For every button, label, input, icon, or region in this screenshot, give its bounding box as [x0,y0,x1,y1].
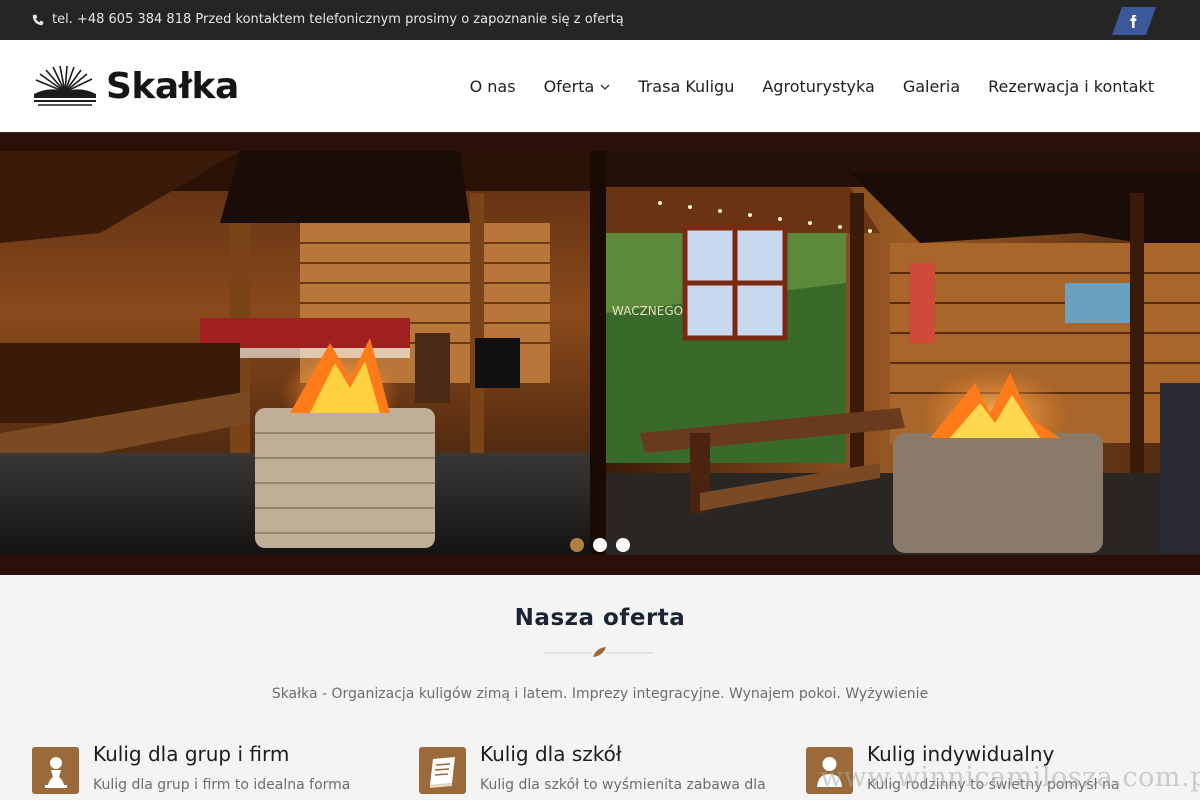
slider-dot-1[interactable] [570,538,584,552]
nav-label: O nas [469,77,516,96]
hero-slider[interactable]: WACZNEGO [0,133,1200,575]
top-bar: tel. +48 605 384 818 Przed kontaktem tel… [0,0,1200,40]
nav-label: Trasa Kuligu [638,77,735,96]
facebook-icon[interactable] [1112,7,1156,35]
nav-item-o-nas[interactable]: O nas [470,77,516,96]
main-nav: O nas Oferta Trasa Kuligu Agroturystyka … [470,77,1154,96]
site-header: Skałka O nas Oferta Trasa Kuligu Agrotur… [0,40,1200,133]
section-subtitle: Skałka - Organizacja kuligów zimą i late… [271,686,929,702]
site-logo[interactable]: Skałka [32,64,239,108]
nav-item-rezerwacja[interactable]: Rezerwacja i kontakt [988,77,1154,96]
phone-text: tel. +48 605 384 818 Przed kontaktem tel… [52,12,624,27]
offer-desc: Kulig dla szkół to wyśmienita zabawa dla [480,777,766,793]
slider-dot-3[interactable] [616,538,630,552]
slider-dot-2[interactable] [593,538,607,552]
phone-info: tel. +48 605 384 818 Przed kontaktem tel… [32,12,624,27]
nav-label: Agroturystyka [762,77,875,96]
logo-emblem-icon [34,65,96,106]
chess-pawn-icon [45,757,67,788]
offer-icon-box [419,747,466,794]
svg-text:WACZNEGO: WACZNEGO [612,304,683,318]
chevron-down-icon [600,84,610,90]
watermark: www.winnicamilosza.com.pl [820,762,1200,793]
offer-desc: Kulig dla grup i firm to idealna forma [93,777,351,793]
section-title: Nasza oferta [514,605,686,631]
title-divider-leaf-icon [544,647,654,657]
slider-dots [570,538,630,552]
nav-label: Oferta [543,77,595,96]
nav-item-trasa-kuligu[interactable]: Trasa Kuligu [638,77,734,96]
nav-label: Rezerwacja i kontakt [988,77,1154,96]
nav-item-agroturystyka[interactable]: Agroturystyka [762,77,874,96]
hero-image: WACZNEGO [0,133,1200,575]
offer-icon-box [32,747,79,794]
nav-item-galeria[interactable]: Galeria [903,77,960,96]
nav-item-oferta[interactable]: Oferta [544,77,611,96]
logo-text: Skałka [106,65,239,107]
offer-title: Kulig dla szkół [480,742,622,766]
notebook-icon [430,757,455,788]
nav-label: Galeria [902,77,961,96]
phone-icon [32,14,44,25]
offer-title: Kulig dla grup i firm [93,742,290,766]
